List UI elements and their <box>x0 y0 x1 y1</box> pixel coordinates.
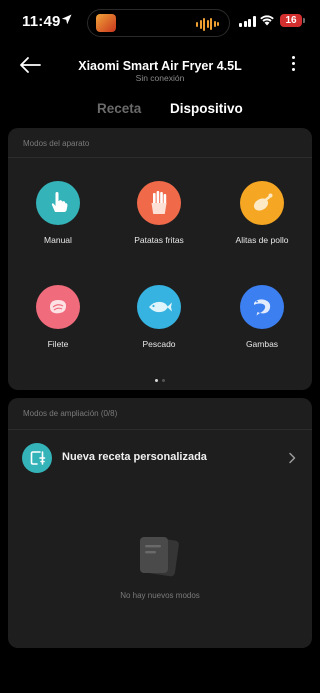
more-options-icon[interactable] <box>286 56 300 74</box>
chicken-wing-icon <box>253 193 273 211</box>
hand-pointer-icon <box>51 192 68 212</box>
modes-section-title: Modos del aparato <box>23 139 90 148</box>
now-playing-artwork <box>96 14 116 32</box>
battery-indicator: 16 <box>280 14 302 27</box>
mode-icon-circle <box>36 181 80 225</box>
mode-icon-circle <box>137 285 181 329</box>
empty-state: No hay nuevos modos <box>8 536 312 600</box>
tab-receta[interactable]: Receta <box>97 101 141 116</box>
location-arrow-icon <box>61 14 72 25</box>
fish-icon <box>149 301 172 313</box>
mode-label: Gambas <box>245 339 279 349</box>
device-title: Xiaomi Smart Air Fryer 4.5L <box>78 59 242 73</box>
status-time: 11:49 <box>22 13 61 30</box>
audio-waveform-icon <box>196 16 219 32</box>
chevron-right-icon <box>289 452 296 464</box>
mode-icon-circle <box>240 181 284 225</box>
mode-manual[interactable]: Manual <box>8 181 108 245</box>
page-dot-active <box>155 379 158 382</box>
page-dot <box>162 379 165 382</box>
dynamic-island[interactable] <box>87 9 230 37</box>
empty-state-text: No hay nuevos modos <box>120 591 200 600</box>
empty-documents-icon <box>140 537 179 577</box>
tab-bar: Receta Dispositivo <box>0 101 320 121</box>
fries-icon <box>151 191 167 214</box>
extension-modes-card: Modos de ampliación (0/8) Nueva receta p… <box>8 398 312 648</box>
status-bar: 11:49 16 <box>0 0 320 42</box>
section-divider <box>8 157 312 158</box>
mode-label: Alitas de pollo <box>235 235 289 245</box>
steak-icon <box>50 300 66 314</box>
mode-pescado[interactable]: Pescado <box>109 285 209 349</box>
cellular-signal-icon <box>239 16 256 27</box>
back-arrow-icon[interactable] <box>18 54 42 76</box>
mode-icon-circle <box>240 285 284 329</box>
mode-label: Pescado <box>142 339 176 349</box>
mode-label: Patatas fritas <box>134 235 184 245</box>
mode-patatas-fritas[interactable]: Patatas fritas <box>109 181 209 245</box>
battery-cap <box>303 18 305 23</box>
mode-label: Filete <box>47 339 69 349</box>
mode-icon-circle <box>36 285 80 329</box>
add-recipe-icon <box>22 443 52 473</box>
tab-dispositivo[interactable]: Dispositivo <box>170 101 243 116</box>
wifi-icon <box>260 15 274 26</box>
extension-section-title: Modos de ampliación (0/8) <box>23 409 118 418</box>
mode-label: Manual <box>44 235 72 245</box>
new-custom-recipe-row[interactable]: Nueva receta personalizada <box>8 430 312 486</box>
mode-alitas-de-pollo[interactable]: Alitas de pollo <box>212 181 312 245</box>
mode-gambas[interactable]: Gambas <box>212 285 312 349</box>
mode-filete[interactable]: Filete <box>8 285 108 349</box>
mode-icon-circle <box>137 181 181 225</box>
new-recipe-label: Nueva receta personalizada <box>62 451 207 463</box>
device-modes-card: Modos del aparato Manual Patatas fritas <box>8 128 312 390</box>
page-indicator <box>8 379 312 382</box>
shrimp-icon <box>254 299 271 316</box>
connection-status: Sin conexión <box>135 73 185 83</box>
